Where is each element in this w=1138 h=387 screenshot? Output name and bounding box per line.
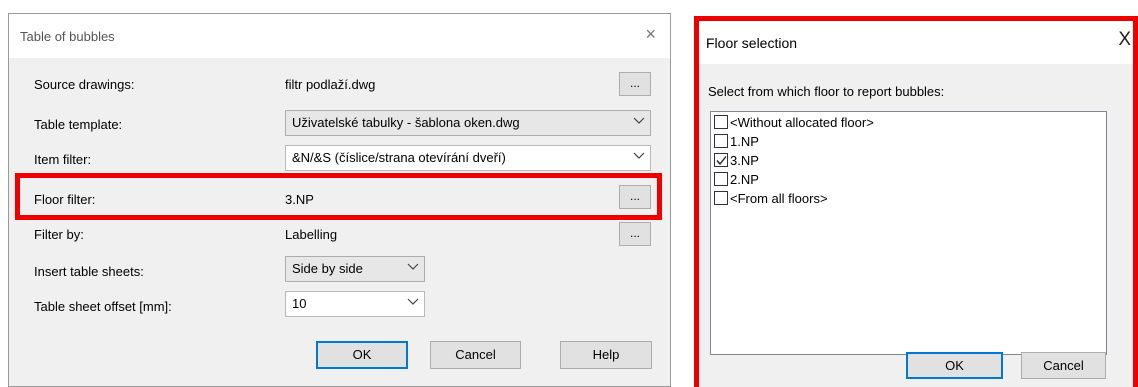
insert-table-sheets-select[interactable]: Side by side	[285, 256, 425, 282]
ok-button[interactable]: OK	[906, 352, 1003, 379]
checkbox[interactable]	[714, 172, 728, 186]
list-item-label: 1.NP	[730, 134, 759, 149]
ok-button[interactable]: OK	[316, 341, 408, 369]
insert-table-sheets-label: Insert table sheets:	[34, 264, 144, 279]
chevron-down-icon	[633, 114, 645, 124]
table-sheet-offset-value: 10	[292, 296, 307, 311]
list-item[interactable]: 2.NP	[714, 172, 759, 190]
chevron-down-icon	[407, 260, 419, 270]
close-icon[interactable]: X	[1118, 29, 1131, 51]
chevron-down-icon	[407, 295, 419, 305]
help-button[interactable]: Help	[560, 341, 652, 369]
dialog-title: Floor selection	[706, 35, 798, 51]
table-sheet-offset-select[interactable]: 10	[285, 291, 425, 317]
table-template-label: Table template:	[34, 117, 123, 132]
table-of-bubbles-dialog: Table of bubbles × Source drawings: filt…	[8, 13, 671, 387]
dialog-titlebar: Floor selection X	[699, 21, 1133, 64]
cancel-button[interactable]: Cancel	[430, 341, 521, 369]
chevron-down-icon	[633, 149, 645, 159]
cancel-button[interactable]: Cancel	[1021, 352, 1106, 379]
insert-table-sheets-value: Side by side	[292, 261, 363, 276]
checkbox-checked[interactable]	[714, 153, 728, 167]
checkmark-icon	[716, 156, 727, 166]
list-item[interactable]: <Without allocated floor>	[714, 115, 874, 133]
checkbox[interactable]	[714, 115, 728, 129]
dialog-titlebar: Table of bubbles ×	[9, 14, 670, 58]
floor-filter-label: Floor filter:	[34, 192, 96, 207]
list-item[interactable]: <From all floors>	[714, 191, 828, 209]
list-item-label: 3.NP	[730, 153, 759, 168]
floor-selection-dialog: Floor selection X Select from which floo…	[694, 16, 1138, 387]
list-item[interactable]: 1.NP	[714, 134, 759, 152]
floor-listbox[interactable]: <Without allocated floor> 1.NP 3.NP 2.NP…	[710, 111, 1107, 355]
item-filter-label: Item filter:	[34, 152, 92, 167]
source-drawings-browse-button[interactable]: ...	[619, 72, 651, 96]
list-item-label: 2.NP	[730, 172, 759, 187]
floor-filter-value: 3.NP	[285, 192, 314, 207]
source-drawings-value: filtr podlaží.dwg	[285, 77, 376, 92]
filter-by-label: Filter by:	[34, 227, 84, 242]
list-item-label: <Without allocated floor>	[730, 115, 874, 130]
item-filter-value: &N/&S (číslice/strana otevírání dveří)	[292, 150, 506, 165]
dialog-title: Table of bubbles	[20, 29, 115, 44]
close-icon[interactable]: ×	[645, 24, 656, 45]
filter-by-value: Labelling	[285, 227, 338, 242]
table-sheet-offset-label: Table sheet offset [mm]:	[34, 299, 172, 314]
list-item[interactable]: 3.NP	[714, 153, 759, 171]
source-drawings-label: Source drawings:	[34, 77, 135, 92]
item-filter-select[interactable]: &N/&S (číslice/strana otevírání dveří)	[285, 145, 651, 171]
table-template-value: Uživatelské tabulky - šablona oken.dwg	[292, 115, 520, 130]
filter-by-browse-button[interactable]: ...	[619, 222, 651, 246]
checkbox[interactable]	[714, 134, 728, 148]
list-item-label: <From all floors>	[730, 191, 828, 206]
floor-filter-browse-button[interactable]: ...	[619, 185, 651, 209]
floor-selection-prompt: Select from which floor to report bubble…	[708, 84, 945, 99]
table-template-select[interactable]: Uživatelské tabulky - šablona oken.dwg	[285, 110, 651, 136]
checkbox[interactable]	[714, 191, 728, 205]
